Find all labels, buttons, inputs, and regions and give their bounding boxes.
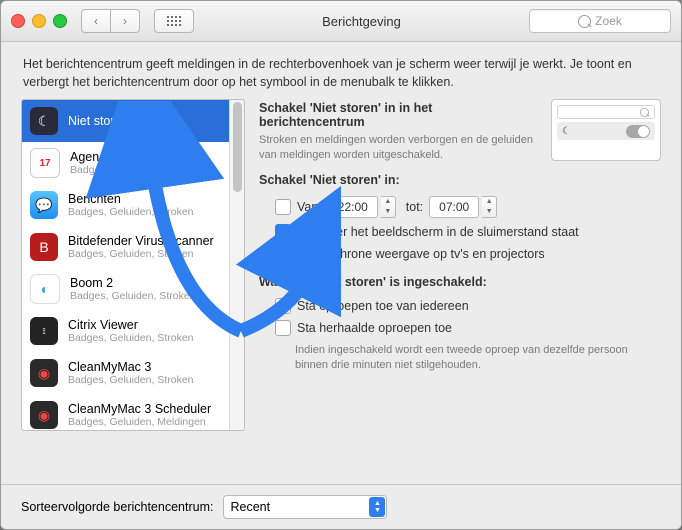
sidebar-item-sub: Badges, Geluiden, Stroken [68,206,194,218]
sidebar-item-label: Agenda [70,150,208,164]
window-title: Berichtgeving [202,14,521,29]
grid-icon [167,16,181,26]
display-sleep-label: Wanneer het beeldscherm in de sluimersta… [297,225,579,239]
sidebar-item-cleanmymac[interactable]: ◉ CleanMyMac 3Badges, Geluiden, Stroken [22,352,244,394]
sidebar-item-label: Bitdefender Virus Scanner [68,234,214,248]
boom-icon: ◐ [30,274,60,304]
schedule-label: Schakel 'Niet storen' in: [259,173,661,187]
cleanmymac-icon: ◉ [30,401,58,429]
cleanmymac-icon: ◉ [30,359,58,387]
switch-icon [626,125,650,138]
back-button[interactable]: ‹ [81,9,111,33]
sidebar-item-label: CleanMyMac 3 [68,360,194,374]
schedule-checkbox[interactable] [275,199,291,215]
calendar-icon: 17 [30,148,60,178]
scrollbar[interactable] [229,100,244,430]
messages-icon: 💬 [30,191,58,219]
sidebar-item-label: Boom 2 [70,276,196,290]
repeat-hint: Indien ingeschakeld wordt een tweede opr… [259,339,661,373]
forward-button[interactable]: › [111,9,140,33]
from-label: Van: [297,200,322,214]
calls-everyone-label: Sta oproepen toe van iedereen [297,299,469,313]
sidebar-item-bitdefender[interactable]: B Bitdefender Virus ScannerBadges, Gelui… [22,226,244,268]
from-time-input[interactable]: 22:00 [328,196,378,218]
calls-repeat-checkbox[interactable] [275,320,291,336]
sidebar-item-label: CleanMyMac 3 Scheduler [68,402,211,416]
pane-heading: Schakel 'Niet storen' in in het berichte… [259,101,539,129]
sidebar-item-sub: Badges, Geluiden, Meldingen [70,164,208,176]
schedule-row: Van: 22:00 ▲▼ tot: 07:00 ▲▼ [259,193,661,221]
sidebar-item-berichten[interactable]: 💬 BerichtenBadges, Geluiden, Stroken [22,184,244,226]
when-on-label: Wanneer 'Niet storen' is ingeschakeld: [259,275,661,289]
search-icon [578,15,591,28]
pane-subtext: Stroken en meldingen worden verborgen en… [259,133,539,163]
citrix-icon: ⟟ [30,317,58,345]
minimize-icon[interactable] [32,14,46,28]
calls-repeat-label: Sta herhaalde oproepen toe [297,321,452,335]
sidebar-item-label: Berichten [68,192,194,206]
titlebar: ‹ › Berichtgeving Zoek [1,1,681,42]
sidebar-item-sub: Badges, Geluiden, Stroken [68,248,214,260]
show-all-button[interactable] [154,9,194,33]
moon-icon: ☾ [30,107,58,135]
sidebar-item-sub: Badges, Geluiden, Meldingen [68,416,211,428]
app-sidebar: ☾ Niet storen 17 AgendaBadges, Geluiden,… [21,99,245,431]
calls-everyone-checkbox[interactable] [275,298,291,314]
bitdefender-icon: B [30,233,58,261]
sidebar-item-sub: Badges, Geluiden, Stroken [70,290,196,302]
sidebar-item-sub: Badges, Geluiden, Stroken [68,374,194,386]
sidebar-item-agenda[interactable]: 17 AgendaBadges, Geluiden, Meldingen [22,142,244,184]
nav-back-forward: ‹ › [81,9,140,33]
sidebar-item-boom2[interactable]: ◐ Boom 2Badges, Geluiden, Stroken [22,268,244,310]
search-icon [640,107,649,116]
to-label: tot: [406,200,423,214]
display-sleep-checkbox[interactable]: ✓ [275,224,291,240]
sidebar-item-label: Citrix Viewer [68,318,194,332]
sidebar-item-cleanmymac-scheduler[interactable]: ◉ CleanMyMac 3 SchedulerBadges, Geluiden… [22,394,244,431]
to-time-input[interactable]: 07:00 [429,196,479,218]
moon-icon: ☾ [562,126,571,137]
from-time-stepper[interactable]: ▲▼ [381,196,396,218]
sidebar-item-niet-storen[interactable]: ☾ Niet storen [22,100,244,142]
footer: Sorteervolgorde berichtencentrum: Recent… [1,484,681,529]
to-time-stepper[interactable]: ▲▼ [482,196,497,218]
intro-text: Het berichtencentrum geeft meldingen in … [1,42,681,99]
sidebar-item-sub: Badges, Geluiden, Stroken [68,332,194,344]
sort-value: Recent [230,500,270,514]
search-placeholder: Zoek [595,14,622,28]
close-icon[interactable] [11,14,25,28]
zoom-icon[interactable] [53,14,67,28]
notification-center-preview: ☾ [551,99,661,161]
search-input[interactable]: Zoek [529,9,671,33]
mirroring-checkbox[interactable]: ✓ [275,246,291,262]
sidebar-item-label: Niet storen [68,114,128,128]
sort-label: Sorteervolgorde berichtencentrum: [21,500,213,514]
chevron-updown-icon: ▲▼ [369,497,385,517]
settings-pane: Schakel 'Niet storen' in in het berichte… [259,99,661,431]
window-controls [11,14,73,28]
mirroring-label: Bij synchrone weergave op tv's en projec… [297,247,545,261]
sort-select[interactable]: Recent ▲▼ [223,495,387,519]
sidebar-item-citrix[interactable]: ⟟ Citrix ViewerBadges, Geluiden, Stroken [22,310,244,352]
